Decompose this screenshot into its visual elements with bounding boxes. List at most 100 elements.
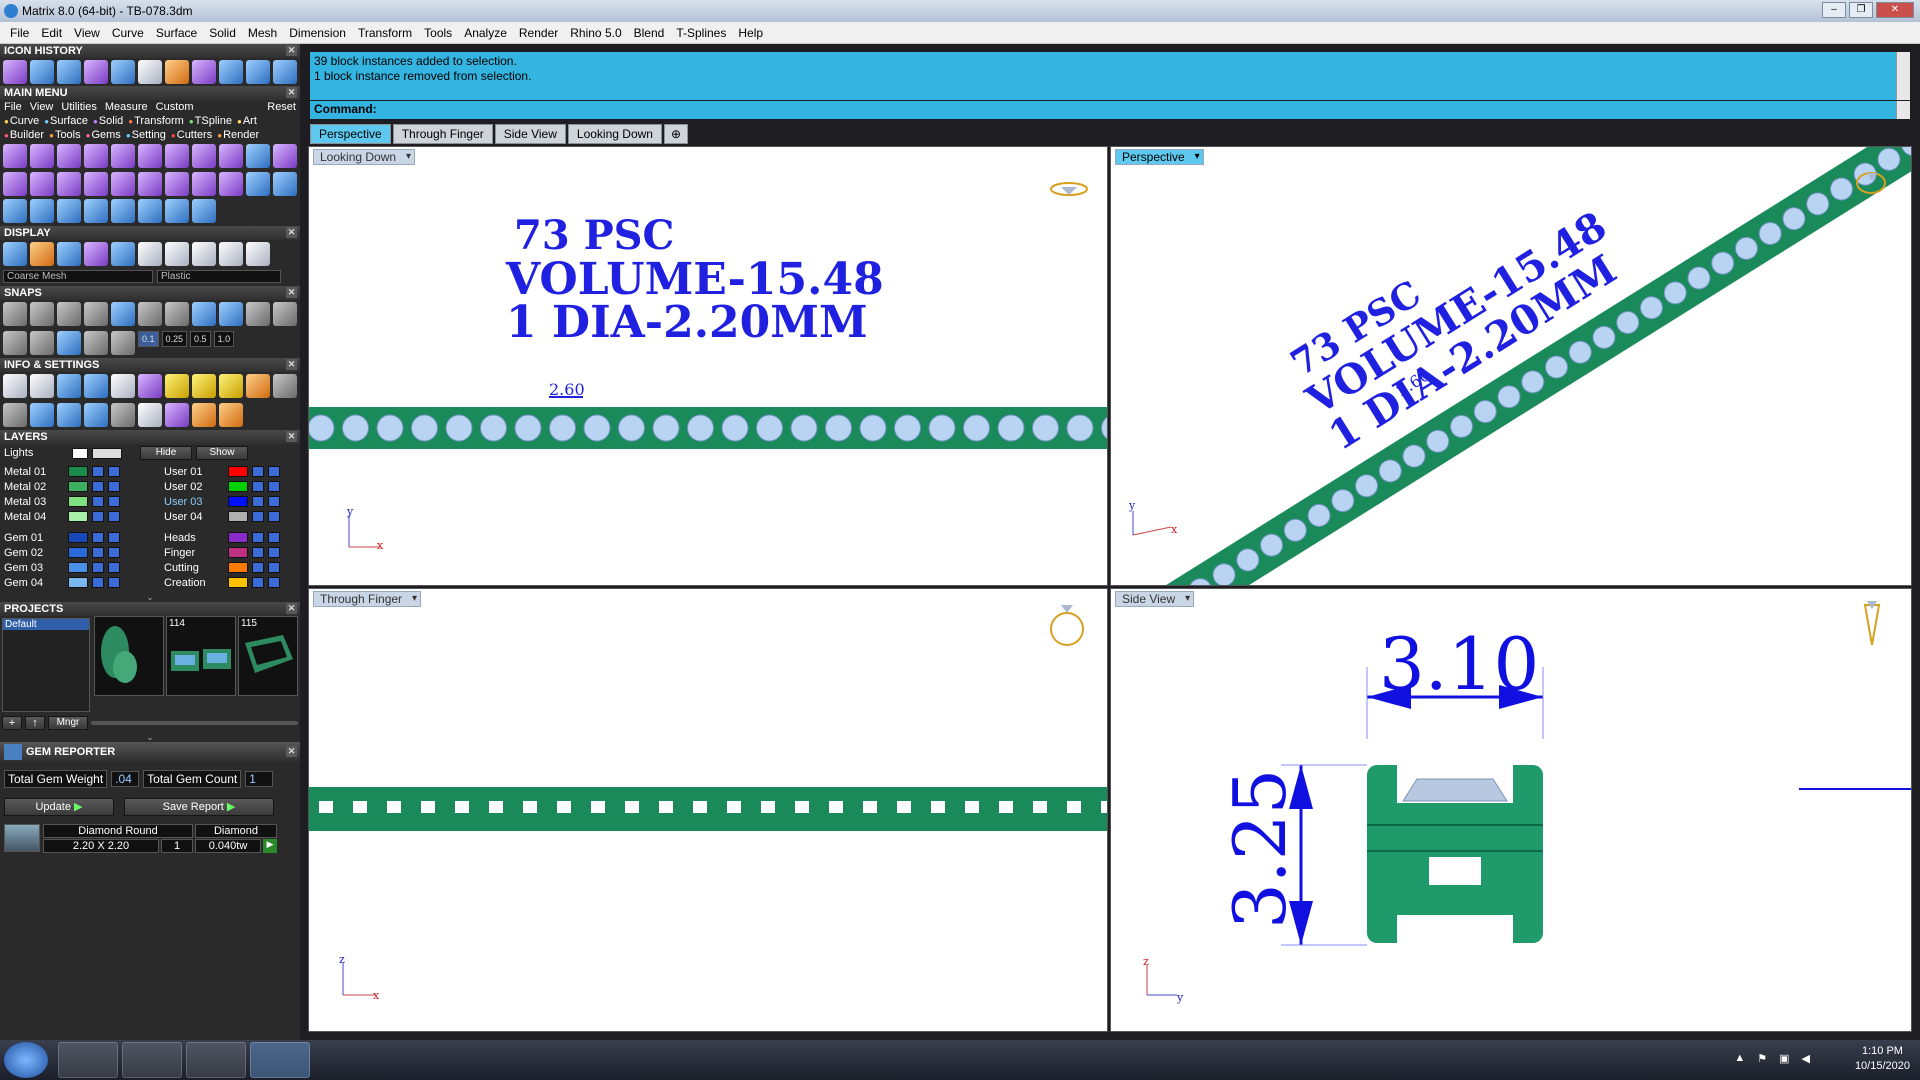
explorer-icon[interactable] (58, 1042, 118, 1078)
box-tool-icon[interactable] (138, 60, 162, 84)
main-menu-curve[interactable]: Curve (4, 115, 39, 127)
command-prompt[interactable]: Command: (310, 101, 1902, 119)
layer-color[interactable] (68, 577, 88, 588)
snap-tan-icon[interactable] (192, 302, 216, 326)
grid-view-icon[interactable] (273, 374, 297, 398)
snap-value-01[interactable]: 0.1 (138, 330, 159, 347)
open-tool-icon[interactable] (219, 60, 243, 84)
gear-icon[interactable] (192, 402, 216, 427)
layer-toggle[interactable] (108, 532, 120, 543)
target-icon[interactable] (219, 402, 243, 427)
flag-icon[interactable]: ⚑ (1757, 1052, 1767, 1065)
display-mode-icon[interactable] (138, 242, 162, 266)
circle-tool-icon[interactable] (192, 199, 216, 224)
lights-swatch[interactable] (72, 447, 88, 459)
layer-toggle[interactable] (268, 466, 280, 477)
layer-row[interactable]: Heads (160, 530, 290, 545)
layer-toggle[interactable] (268, 577, 280, 588)
menu-blend[interactable]: Blend (628, 26, 671, 40)
material-sphere-icon[interactable] (165, 242, 189, 266)
gold-sphere-icon[interactable] (219, 242, 243, 266)
menu-file[interactable]: File (4, 26, 35, 40)
command-prompt-scrollbar[interactable] (1896, 101, 1910, 119)
layer-row[interactable]: User 02 (160, 479, 290, 494)
layer-toggle[interactable] (108, 511, 120, 522)
pyramid-tool-icon[interactable] (192, 171, 216, 196)
layer-color[interactable] (68, 466, 88, 477)
grid-tool-icon[interactable] (246, 144, 270, 168)
info-icon[interactable] (138, 374, 162, 398)
main-menu-transform[interactable]: Transform (128, 115, 184, 127)
show-button[interactable]: Show (196, 446, 248, 460)
layer-color[interactable] (68, 547, 88, 558)
box-tool-icon[interactable] (3, 171, 27, 196)
layer-toggle[interactable] (108, 466, 120, 477)
layer-color[interactable] (228, 532, 248, 543)
select-icon[interactable] (111, 402, 135, 427)
main-menu-gems[interactable]: Gems (86, 129, 120, 141)
pipe-tool-icon[interactable] (273, 144, 297, 168)
chrome-icon[interactable] (186, 1042, 246, 1078)
main-menu-solid[interactable]: Solid (93, 115, 123, 127)
minimize-icon[interactable]: – (1822, 2, 1846, 18)
layer-toggle[interactable] (92, 511, 104, 522)
ring-tool-icon[interactable] (3, 144, 27, 168)
ring-nav-icon[interactable] (1050, 605, 1084, 646)
cube-view-icon[interactable] (30, 402, 54, 427)
layer-toggle[interactable] (92, 466, 104, 477)
save-report-button[interactable]: Save Report ▶ (124, 798, 274, 816)
layers-icon[interactable] (57, 374, 81, 398)
menu-surface[interactable]: Surface (150, 26, 203, 40)
menu-edit[interactable]: Edit (35, 26, 68, 40)
link-tool-icon[interactable] (57, 144, 81, 168)
glass-sphere-icon[interactable] (246, 242, 270, 266)
layer-row[interactable]: Gem 02 (0, 545, 150, 560)
xray-icon[interactable] (111, 242, 135, 266)
main-menu-render[interactable]: Render (217, 129, 259, 141)
close-icon[interactable]: ✕ (286, 45, 297, 56)
close-icon[interactable]: ✕ (286, 359, 297, 370)
layer-row[interactable]: Metal 02 (0, 479, 150, 494)
chrome-sphere-icon[interactable] (192, 242, 216, 266)
menu-rhino[interactable]: Rhino 5.0 (564, 26, 627, 40)
options-icon[interactable] (192, 374, 216, 398)
layer-color[interactable] (228, 577, 248, 588)
close-icon[interactable]: ✕ (1876, 2, 1914, 18)
main-menu-tspline[interactable]: TSpline (189, 115, 232, 127)
project-list[interactable]: Default (2, 618, 90, 712)
viewport-side-view[interactable]: Side View 3.10 3.25 y z (1110, 588, 1912, 1032)
layer-row[interactable]: Gem 03 (0, 560, 150, 575)
layer-toggle[interactable] (268, 532, 280, 543)
curve-tool-icon[interactable] (3, 60, 27, 84)
layer-toggle[interactable] (92, 577, 104, 588)
layer-color[interactable] (228, 496, 248, 507)
tab-perspective[interactable]: Perspective (310, 124, 391, 144)
ortho-icon[interactable] (3, 330, 27, 355)
tube-tool-icon[interactable] (111, 171, 135, 196)
layer-toggle[interactable] (108, 481, 120, 492)
snap-knot-icon[interactable] (246, 302, 270, 326)
main-menu-utilities[interactable]: Utilities (61, 101, 96, 113)
add-tab-icon[interactable]: ⊕ (663, 124, 689, 144)
report-icon[interactable] (246, 374, 270, 398)
layer-row[interactable]: Finger (160, 545, 290, 560)
main-menu-setting[interactable]: Setting (126, 129, 166, 141)
layer-toggle[interactable] (268, 562, 280, 573)
hide-button[interactable]: Hide (140, 446, 192, 460)
cylinder-view-icon[interactable] (57, 402, 81, 427)
rotate-tool-icon[interactable] (273, 171, 297, 196)
layer-toggle[interactable] (108, 562, 120, 573)
project-icon[interactable] (84, 330, 108, 355)
cone-tool-icon[interactable] (165, 171, 189, 196)
close-icon[interactable]: ✕ (286, 431, 297, 442)
snap-value-05[interactable]: 0.5 (190, 330, 211, 347)
collapse-icon[interactable]: ⌄ (0, 592, 300, 602)
layer-toggle[interactable] (92, 496, 104, 507)
layer-color[interactable] (228, 466, 248, 477)
layer-toggle[interactable] (92, 547, 104, 558)
layer-row[interactable]: User 03 (160, 494, 290, 509)
layer-toggle[interactable] (92, 481, 104, 492)
layer-toggle[interactable] (252, 562, 264, 573)
media-player-icon[interactable] (122, 1042, 182, 1078)
chain-tool-icon[interactable] (84, 144, 108, 168)
